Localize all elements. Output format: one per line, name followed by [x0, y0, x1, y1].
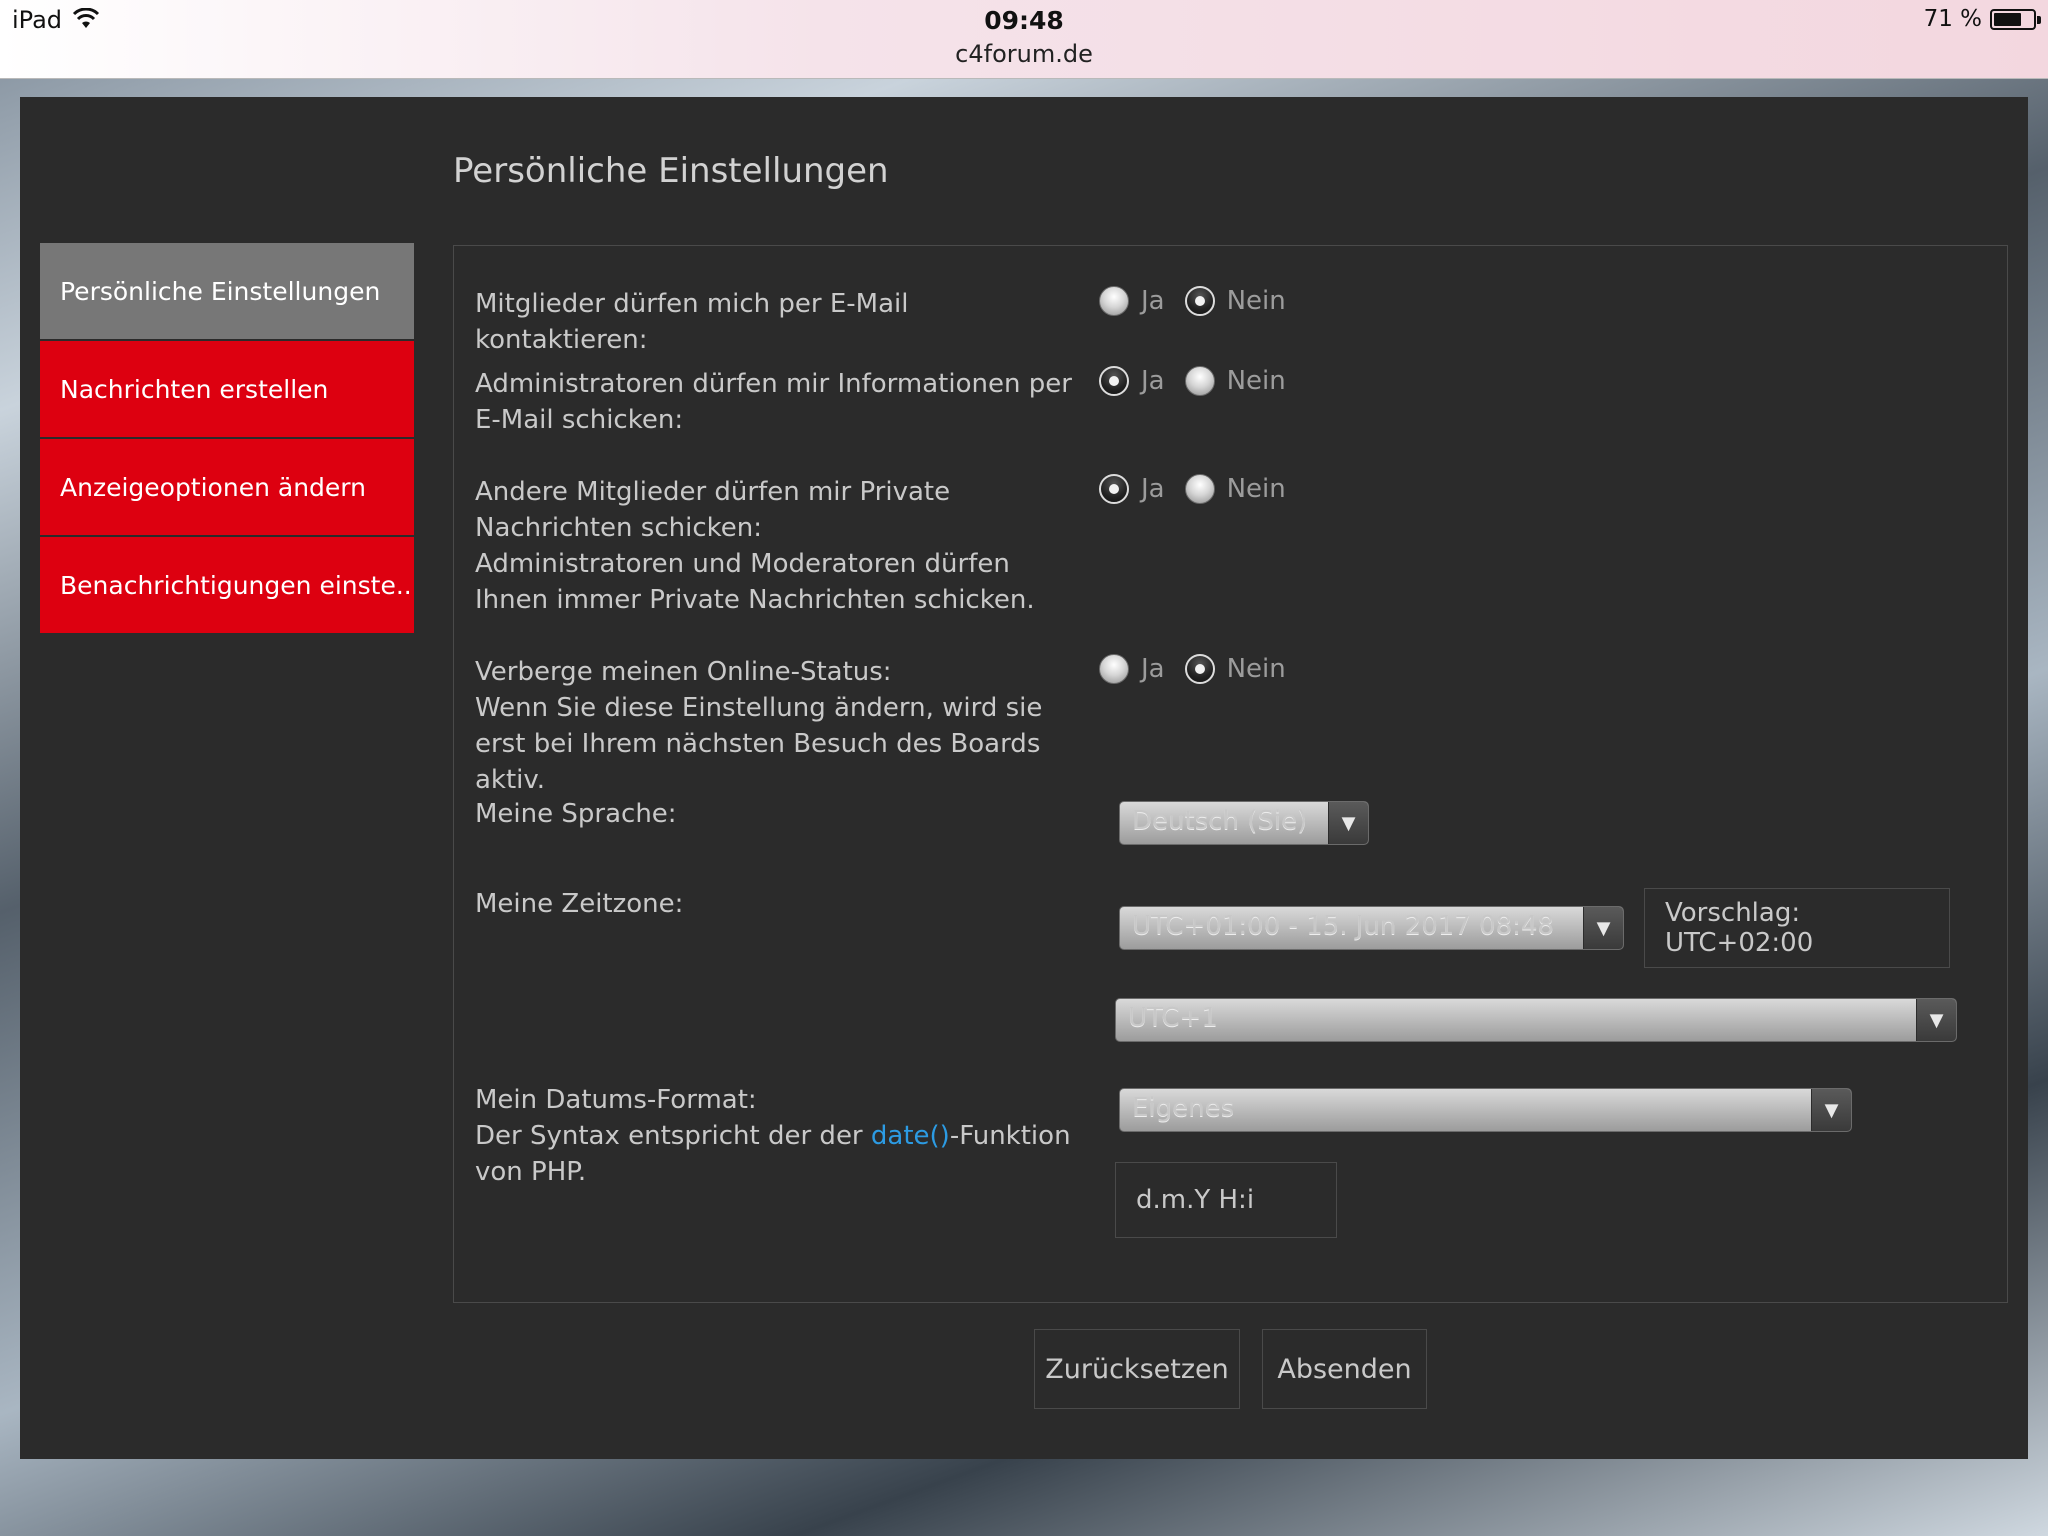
hide-online-no-radio[interactable] — [1184, 654, 1215, 684]
battery-fill — [1994, 13, 2021, 26]
battery-percent: 71 % — [1923, 6, 1982, 32]
chevron-down-icon: ▼ — [1583, 907, 1623, 949]
private-messages-explain: Administratoren und Moderatoren dürfen I… — [475, 549, 1035, 615]
sidebar-item-notifications[interactable]: Benachrichtigungen einste... — [40, 537, 414, 633]
sidebar-item-personal-settings[interactable]: Persönliche Einstellungen — [40, 243, 414, 339]
email-contact-no-radio[interactable] — [1184, 286, 1215, 316]
yes-label: Ja — [1141, 286, 1165, 316]
hide-online-radio-group: Ja Nein — [1099, 654, 1306, 684]
timezone-suggestion: Vorschlag: UTC+02:00 — [1644, 888, 1950, 968]
private-messages-yes-radio[interactable] — [1099, 474, 1129, 504]
date-format-select[interactable]: Eigenes ▼ — [1119, 1088, 1852, 1132]
settings-panel: Persönliche Einstellungen Persönliche Ei… — [20, 97, 2028, 1459]
date-format-select-value: Eigenes — [1132, 1093, 1235, 1123]
hide-online-field: Verberge meinen Online-Status: Wenn Sie … — [475, 654, 1075, 798]
date-format-label: Mein Datums-Format: — [475, 1085, 757, 1115]
timezone-zone-select-value: UTC+1 — [1128, 1003, 1218, 1033]
chevron-down-icon: ▼ — [1811, 1089, 1851, 1131]
sidebar-nav: Persönliche Einstellungen Nachrichten er… — [40, 243, 414, 635]
chevron-down-icon: ▼ — [1916, 999, 1956, 1041]
no-label: Nein — [1226, 366, 1286, 396]
email-contact-radio-group: Ja Nein — [1099, 286, 1306, 316]
yes-label: Ja — [1141, 654, 1165, 684]
no-label: Nein — [1226, 654, 1286, 684]
timezone-date-select-value: UTC+01:00 - 15. Jun 2017 08:48 — [1132, 911, 1555, 941]
no-label: Nein — [1226, 286, 1286, 316]
language-select-value: Deutsch (Sie) — [1132, 806, 1308, 836]
hide-online-yes-radio[interactable] — [1099, 654, 1129, 684]
timezone-date-select[interactable]: UTC+01:00 - 15. Jun 2017 08:48 ▼ — [1119, 906, 1624, 950]
email-contact-yes-radio[interactable] — [1099, 286, 1129, 316]
admin-email-yes-radio[interactable] — [1099, 366, 1129, 396]
private-messages-field: Andere Mitglieder dürfen mir Private Nac… — [475, 474, 1075, 618]
php-date-link[interactable]: date() — [871, 1121, 950, 1151]
date-format-field: Mein Datums-Format: Der Syntax entsprich… — [475, 1082, 1075, 1190]
private-messages-label: Andere Mitglieder dürfen mir Private Nac… — [475, 477, 951, 543]
clock: 09:48 — [984, 6, 1064, 35]
page-title: Persönliche Einstellungen — [453, 151, 889, 191]
no-label: Nein — [1226, 474, 1286, 504]
date-format-input[interactable]: d.m.Y H:i — [1115, 1162, 1337, 1238]
submit-button[interactable]: Absenden — [1262, 1329, 1427, 1409]
admin-email-radio-group: Ja Nein — [1099, 366, 1306, 396]
reset-button[interactable]: Zurücksetzen — [1034, 1329, 1240, 1409]
private-messages-no-radio[interactable] — [1184, 474, 1215, 504]
admin-email-no-radio[interactable] — [1184, 366, 1215, 396]
hide-online-label: Verberge meinen Online-Status: — [475, 657, 892, 687]
sidebar-item-compose-messages[interactable]: Nachrichten erstellen — [40, 341, 414, 437]
battery-icon — [1990, 9, 2041, 30]
yes-label: Ja — [1141, 474, 1165, 504]
yes-label: Ja — [1141, 366, 1165, 396]
admin-email-label: Administratoren dürfen mir Informationen… — [475, 369, 1072, 435]
status-bar: iPad 09:48 c4forum.de 71 % — [0, 0, 2048, 79]
private-messages-radio-group: Ja Nein — [1099, 474, 1306, 504]
timezone-label: Meine Zeitzone: — [475, 889, 684, 919]
settings-form: Mitglieder dürfen mich per E-Mail kontak… — [453, 245, 2008, 1303]
language-select[interactable]: Deutsch (Sie) ▼ — [1119, 801, 1369, 845]
hide-online-explain: Wenn Sie diese Einstellung ändern, wird … — [475, 693, 1043, 795]
language-label: Meine Sprache: — [475, 799, 677, 829]
timezone-zone-select[interactable]: UTC+1 ▼ — [1115, 998, 1957, 1042]
date-format-explain: Der Syntax entspricht der der date()-Fun… — [475, 1121, 1071, 1187]
url-bar[interactable]: c4forum.de — [0, 40, 2048, 68]
chevron-down-icon: ▼ — [1328, 802, 1368, 844]
sidebar-item-display-options[interactable]: Anzeigeoptionen ändern — [40, 439, 414, 535]
email-contact-label: Mitglieder dürfen mich per E-Mail kontak… — [475, 289, 909, 355]
